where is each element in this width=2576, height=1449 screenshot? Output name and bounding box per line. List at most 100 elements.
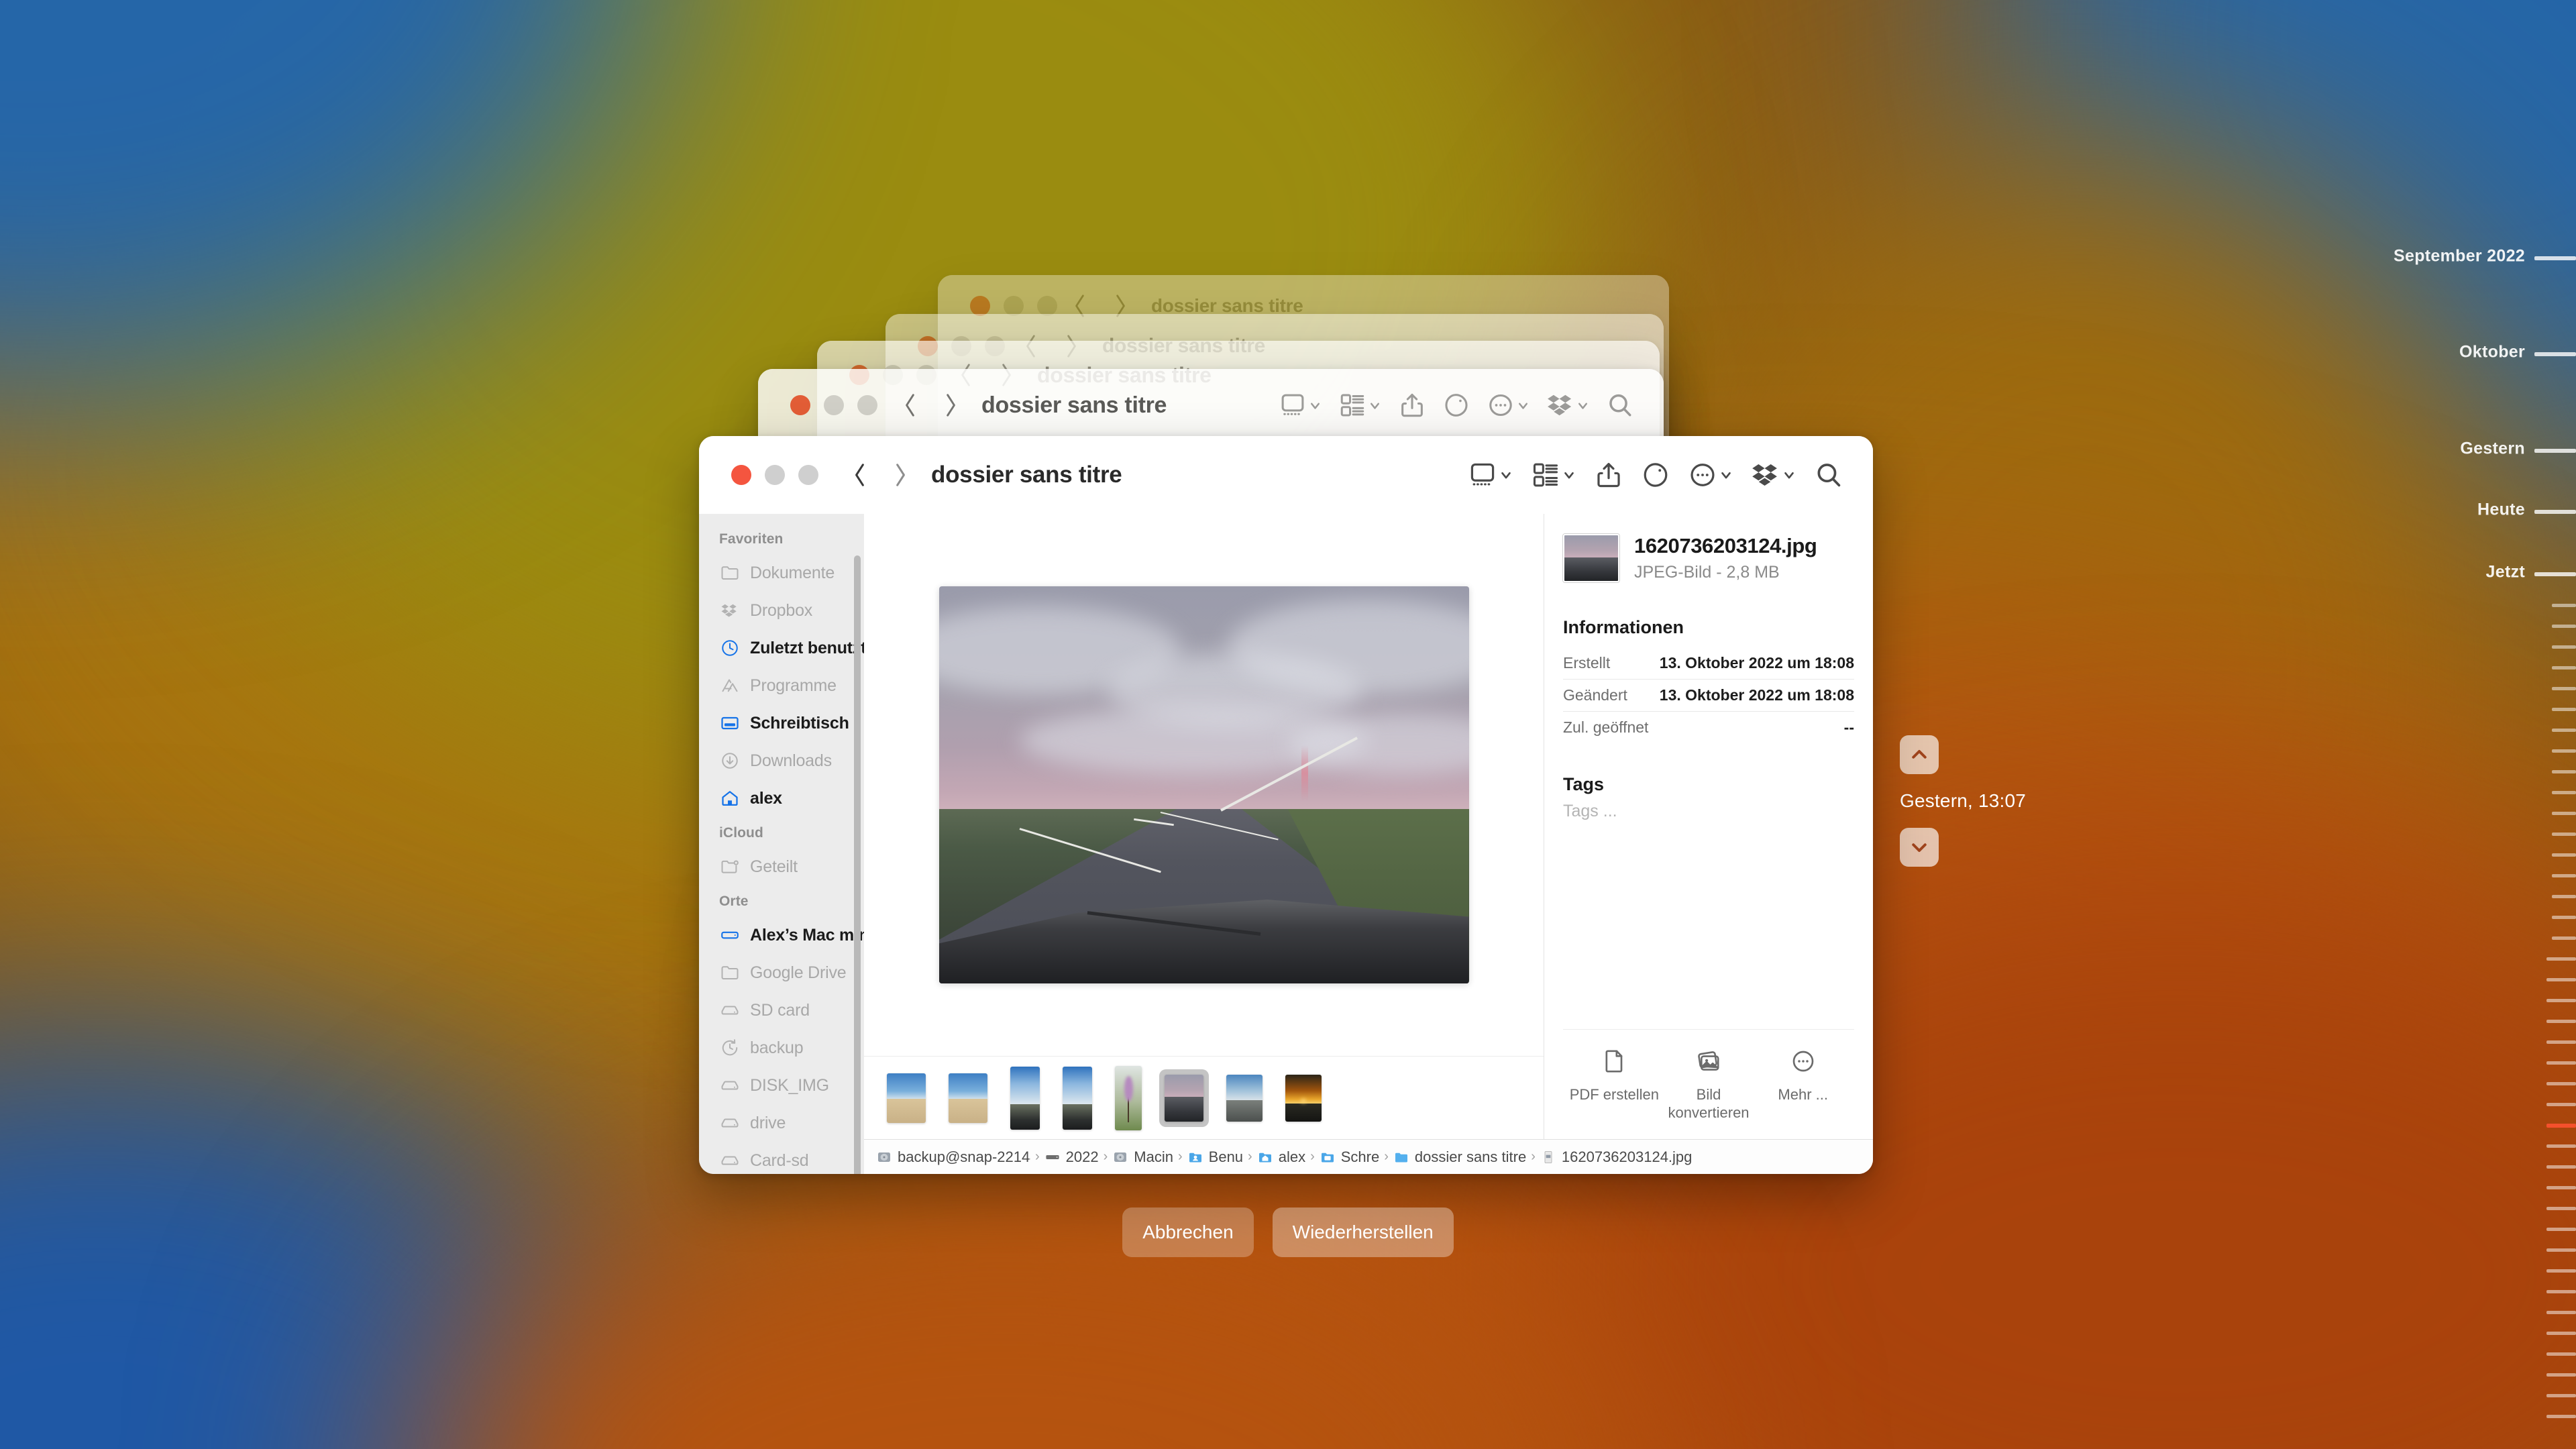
quick-action-bild-konvertieren[interactable]: Bild konvertieren [1662, 1044, 1756, 1122]
thumbnail-item[interactable] [1057, 1061, 1097, 1135]
quick-action-pdf-erstellen[interactable]: PDF erstellen [1567, 1044, 1662, 1122]
tag-button[interactable] [1641, 460, 1670, 490]
restore-button[interactable]: Wiederherstellen [1272, 1208, 1454, 1257]
sidebar-item-dokumente[interactable]: Dokumente [699, 554, 864, 592]
view-mode-button[interactable] [1468, 460, 1513, 490]
timeline-tick[interactable] [2546, 1415, 2576, 1418]
timemachine-forward-in-time-button[interactable] [1900, 828, 1939, 867]
timeline-tick[interactable] [2546, 1040, 2576, 1044]
dropbox-button[interactable] [1751, 460, 1796, 490]
breadcrumb-item[interactable]: Macin [1112, 1148, 1173, 1166]
timeline-tick-major[interactable] [2534, 256, 2576, 260]
share-button[interactable] [1594, 460, 1623, 490]
search-button[interactable] [1814, 460, 1843, 490]
timeline-tick[interactable] [2552, 874, 2576, 877]
timemachine-back-in-time-button[interactable] [1900, 735, 1939, 774]
timeline-tick[interactable] [2552, 666, 2576, 669]
breadcrumb-item[interactable]: Schre [1320, 1148, 1379, 1166]
group-by-button[interactable] [1531, 460, 1576, 490]
timeline-tick[interactable] [2546, 957, 2576, 961]
timeline-tick[interactable] [2546, 1082, 2576, 1085]
action-menu-button[interactable] [1688, 460, 1733, 490]
tags-input[interactable]: Tags ... [1563, 802, 1854, 821]
breadcrumb-item[interactable]: dossier sans titre [1393, 1148, 1526, 1166]
sidebar-item-google-drive[interactable]: Google Drive [699, 954, 864, 991]
thumbnail-item[interactable] [1005, 1061, 1045, 1135]
timeline-tick[interactable] [2546, 1061, 2576, 1065]
timeline-tick[interactable] [2552, 916, 2576, 919]
timeline-tick[interactable] [2552, 812, 2576, 815]
timeline-tick[interactable] [2546, 1394, 2576, 1397]
timeline-tick[interactable] [2552, 791, 2576, 794]
quick-action-mehr[interactable]: Mehr ... [1756, 1044, 1850, 1122]
timeline-tick-major[interactable] [2534, 510, 2576, 514]
path-bar[interactable]: backup@snap-22144 › 2022 › Macin › Benu › alex › S… [864, 1139, 1873, 1174]
back-button[interactable] [845, 460, 875, 490]
timeline-tick[interactable] [2546, 1186, 2576, 1189]
timeline-tick[interactable] [2546, 1311, 2576, 1314]
sidebar-item-backup[interactable]: backup [699, 1029, 864, 1067]
sidebar-item-sd-card[interactable]: SD card [699, 991, 864, 1029]
sidebar-item-card-sd[interactable]: Card-sd [699, 1142, 864, 1174]
timeline-tick[interactable] [2552, 645, 2576, 649]
timeline-tick[interactable] [2546, 1165, 2576, 1169]
timeline-tick[interactable] [2552, 833, 2576, 836]
preview-image[interactable] [938, 586, 1469, 983]
breadcrumb-item[interactable]: Benu [1187, 1148, 1243, 1166]
forward-button[interactable] [885, 460, 915, 490]
sidebar-item-downloads[interactable]: Downloads [699, 742, 864, 780]
sidebar-item-dropbox[interactable]: Dropbox [699, 592, 864, 629]
breadcrumb-item[interactable]: alex [1257, 1148, 1305, 1166]
timeline-tick-current[interactable] [2546, 1124, 2576, 1128]
thumbnail-item[interactable] [1110, 1061, 1147, 1136]
timeline-tick[interactable] [2546, 1290, 2576, 1293]
timeline-tick[interactable] [2552, 687, 2576, 690]
timeline-tick-major[interactable] [2534, 449, 2576, 453]
timeline-tick-major[interactable] [2534, 572, 2576, 576]
timeline-tick[interactable] [2546, 1144, 2576, 1148]
timeline-tick[interactable] [2546, 1332, 2576, 1335]
timeline-tick[interactable] [2546, 1020, 2576, 1023]
breadcrumb-item[interactable]: backup@snap-22144 [876, 1148, 1030, 1166]
timeline-tick[interactable] [2552, 729, 2576, 732]
timeline-tick[interactable] [2546, 1103, 2576, 1106]
timeline-tick-major[interactable] [2534, 352, 2576, 356]
timeline-tick[interactable] [2546, 978, 2576, 981]
sidebar-item-disk-img[interactable]: DISK_IMG [699, 1067, 864, 1104]
sidebar-item-geteilt[interactable]: Geteilt [699, 848, 864, 885]
timeline-tick[interactable] [2552, 770, 2576, 773]
thumbnail-item[interactable] [943, 1068, 993, 1128]
zoom-button[interactable] [798, 465, 818, 485]
thumbnail-item[interactable] [881, 1068, 931, 1128]
timeline-tick[interactable] [2546, 1352, 2576, 1356]
timeline-tick[interactable] [2552, 749, 2576, 753]
timeline-tick[interactable] [2552, 604, 2576, 607]
finder-window[interactable]: dossier sans titre Favoriten Dokumente Dro… [699, 436, 1873, 1174]
timeline-tick[interactable] [2552, 853, 2576, 857]
window-titlebar[interactable]: dossier sans titre [699, 436, 1873, 514]
breadcrumb-item[interactable]: 1620736203124.jpg [1540, 1148, 1692, 1166]
sidebar[interactable]: Favoriten Dokumente Dropbox Zuletzt benutzt… [699, 514, 873, 1174]
close-button[interactable] [731, 465, 751, 485]
breadcrumb-item[interactable]: 2022 [1044, 1148, 1099, 1166]
timeline-tick[interactable] [2546, 999, 2576, 1002]
sidebar-scrollbar[interactable] [854, 555, 861, 1174]
thumbnail-item[interactable] [1221, 1069, 1268, 1127]
timeline-tick[interactable] [2552, 895, 2576, 898]
timeline-tick[interactable] [2546, 1373, 2576, 1377]
minimize-button[interactable] [765, 465, 785, 485]
thumbnail-item[interactable] [1280, 1069, 1327, 1127]
sidebar-item-alex[interactable]: alex [699, 780, 864, 817]
timeline-tick[interactable] [2552, 936, 2576, 940]
timeline-tick[interactable] [2552, 708, 2576, 711]
timeline-tick[interactable] [2546, 1269, 2576, 1273]
sidebar-item-schreibtisch[interactable]: Schreibtisch [699, 704, 864, 742]
thumbnail-item-selected[interactable] [1159, 1069, 1209, 1127]
sidebar-item-zuletzt-benutzt[interactable]: Zuletzt benutzt [699, 629, 867, 667]
thumbnail-strip[interactable] [864, 1056, 1544, 1139]
cancel-button[interactable]: Abbrechen [1122, 1208, 1254, 1257]
sidebar-item-alex-s-mac-mini[interactable]: Alex’s Mac mini [699, 916, 873, 954]
sidebar-item-drive[interactable]: drive [699, 1104, 864, 1142]
sidebar-item-programme[interactable]: Programme [699, 667, 864, 704]
timeline-tick[interactable] [2552, 625, 2576, 628]
